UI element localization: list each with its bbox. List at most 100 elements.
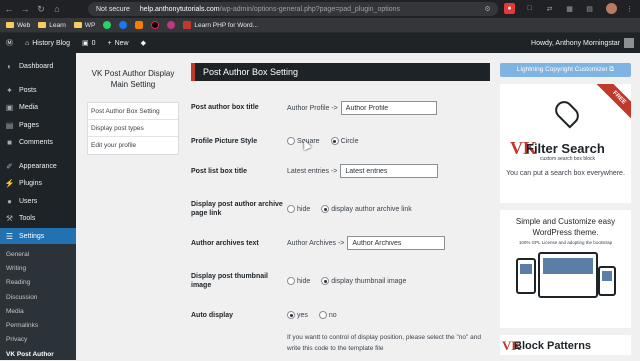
radio-button[interactable] — [287, 137, 295, 145]
sidebar-item-appearance[interactable]: ✐ Appearance — [0, 158, 76, 176]
submenu-item-permalinks[interactable]: Permalinks — [0, 318, 76, 332]
radio-button[interactable] — [287, 311, 295, 319]
radio-hide-thumbnail[interactable]: hide — [287, 277, 310, 285]
bookmark-php[interactable]: Learn PHP for Word... — [183, 21, 258, 29]
extensions-puzzle-icon[interactable]: ▦ — [564, 3, 575, 14]
new-content-link[interactable]: + New — [102, 33, 135, 53]
bookmark-instagram[interactable] — [167, 21, 176, 29]
php-icon — [183, 21, 192, 29]
wordpress-logo-icon[interactable]: Ⓜ — [0, 33, 19, 53]
site-settings-icon[interactable]: ⚙ — [482, 3, 493, 14]
nav-link-display-post-types[interactable]: Display post types — [88, 120, 178, 137]
facebook-icon — [119, 21, 128, 29]
submenu-item-vk-post-author[interactable]: VK Post Author — [0, 347, 76, 361]
sidebar-item-plugins[interactable]: ⚡ Plugins — [0, 175, 76, 193]
sidebar-item-dashboard[interactable]: ◐ Dashboard — [0, 58, 76, 76]
plug-icon: ⚡ — [4, 179, 15, 189]
sidebar-item-tools[interactable]: ⚒ Tools — [0, 210, 76, 228]
whatsapp-icon — [103, 21, 112, 29]
account-menu[interactable]: Howdy, Anthony Morningstar — [531, 33, 634, 53]
forward-icon[interactable]: → — [18, 2, 32, 16]
page-icon: ▤ — [5, 120, 14, 130]
radio-auto-display-yes[interactable]: yes — [287, 311, 308, 319]
submenu-item-writing[interactable]: Writing — [0, 261, 76, 275]
url-path: /wp-admin/options-general.php?page=pad_p… — [219, 5, 401, 13]
howdy-text: Howdy, Anthony Morningstar — [531, 39, 620, 47]
user-icon: ● — [7, 196, 12, 206]
comment-icon: ■ — [7, 138, 12, 148]
security-label[interactable]: Not secure — [96, 6, 130, 13]
post-list-box-title-label: Post list box title — [191, 168, 248, 175]
radio-button[interactable] — [321, 205, 330, 213]
extension-icon[interactable]: ⇄ — [544, 3, 555, 14]
comments-link[interactable]: ▣ 0 — [76, 33, 102, 53]
archives-text-input[interactable] — [347, 236, 446, 250]
sidebar-item-settings[interactable]: ☰ Settings — [0, 227, 76, 246]
sidebar-item-media[interactable]: ▣ Media — [0, 99, 76, 117]
radio-button[interactable] — [287, 277, 295, 285]
sidebar-item-pages[interactable]: ▤ Pages — [0, 117, 76, 135]
filter-search-banner[interactable]: FREE VK Filter Search custom search box … — [500, 84, 631, 203]
radio-button[interactable] — [318, 311, 327, 319]
bookmark-whatsapp[interactable] — [103, 21, 112, 29]
radio-label: yes — [297, 311, 308, 319]
radio-button[interactable] — [330, 137, 339, 145]
bookmark-label: Learn — [49, 21, 66, 29]
bookmark-folder-web[interactable]: Web — [6, 22, 30, 29]
sidebar-item-comments[interactable]: ■ Comments — [0, 134, 76, 152]
radio-button[interactable] — [287, 205, 295, 213]
sidebar-item-label: Users — [19, 197, 38, 205]
author-box-title-label: Post author box title — [191, 104, 259, 111]
address-bar[interactable]: Not secure help.anthonytutorials.com/wp-… — [88, 2, 498, 16]
sidebar-item-label: Plugins — [19, 180, 42, 188]
radio-auto-display-no[interactable]: no — [318, 311, 337, 319]
sidebar-item-label: Comments — [19, 139, 53, 147]
home-icon[interactable]: ⌂ — [50, 2, 64, 16]
author-box-title-prefix: Author Profile -> — [287, 104, 338, 112]
sidebar-item-label: Dashboard — [19, 63, 54, 71]
submenu-item-general[interactable]: General — [0, 247, 76, 261]
submenu-item-discussion[interactable]: Discussion — [0, 290, 76, 304]
profile-avatar[interactable] — [606, 3, 617, 14]
nav-link-edit-profile[interactable]: Edit your profile — [88, 137, 178, 154]
media-icon: ▣ — [5, 103, 14, 113]
site-name-link[interactable]: ⌂ History Blog — [19, 33, 76, 53]
extension-icon[interactable]: □ — [524, 3, 535, 14]
nav-link-author-box-setting[interactable]: Post Author Box Setting — [88, 103, 178, 120]
bookmark-blogger[interactable] — [135, 21, 144, 29]
submenu-item-media[interactable]: Media — [0, 304, 76, 318]
extension-icon[interactable]: ▤ — [584, 3, 595, 14]
radio-circle[interactable]: Circle — [330, 137, 358, 145]
auto-display-label: Auto display — [191, 312, 234, 319]
radio-display-archive[interactable]: display author archive link — [321, 205, 412, 213]
tiktok-icon — [151, 21, 160, 29]
reload-icon[interactable]: ↻ — [34, 2, 48, 16]
extension-icon[interactable]: ● — [504, 3, 515, 14]
author-box-title-input[interactable] — [340, 101, 437, 115]
browser-menu-icon[interactable]: ⋮ — [624, 3, 635, 14]
map-pin-icon — [551, 97, 583, 129]
radio-hide-archive[interactable]: hide — [287, 205, 310, 213]
comment-icon: ▣ — [81, 40, 89, 47]
archives-text-label: Author archives text — [191, 240, 259, 247]
submenu-item-privacy[interactable]: Privacy — [0, 333, 76, 347]
bookmark-folder-wp[interactable]: WP — [73, 22, 95, 29]
radio-display-thumbnail[interactable]: display thumbnail image — [321, 277, 406, 285]
bookmark-tiktok[interactable] — [151, 21, 160, 29]
settings-submenu: General Writing Reading Discussion Media… — [0, 244, 76, 360]
lightning-theme-banner[interactable]: Simple and Customize easy WordPress them… — [500, 210, 631, 328]
post-list-box-title-input[interactable] — [340, 164, 439, 178]
radio-label: hide — [297, 205, 311, 213]
radio-label: display author archive link — [331, 205, 412, 213]
back-icon[interactable]: ← — [2, 2, 16, 16]
bookmark-facebook[interactable] — [119, 21, 128, 29]
radio-button[interactable] — [321, 277, 330, 285]
block-patterns-banner[interactable]: VK Block Patterns — [500, 335, 631, 355]
sidebar-item-users[interactable]: ● Users — [0, 193, 76, 211]
folder-icon — [6, 22, 14, 28]
lightning-copyright-customizer-button[interactable]: Lightning Copyright Customizer ⧉ — [500, 63, 631, 77]
submenu-item-reading[interactable]: Reading — [0, 276, 76, 290]
bookmark-folder-learn[interactable]: Learn — [38, 22, 66, 29]
sidebar-item-posts[interactable]: ✦ Posts — [0, 82, 76, 100]
diamond-icon[interactable]: ◆ — [135, 33, 152, 53]
